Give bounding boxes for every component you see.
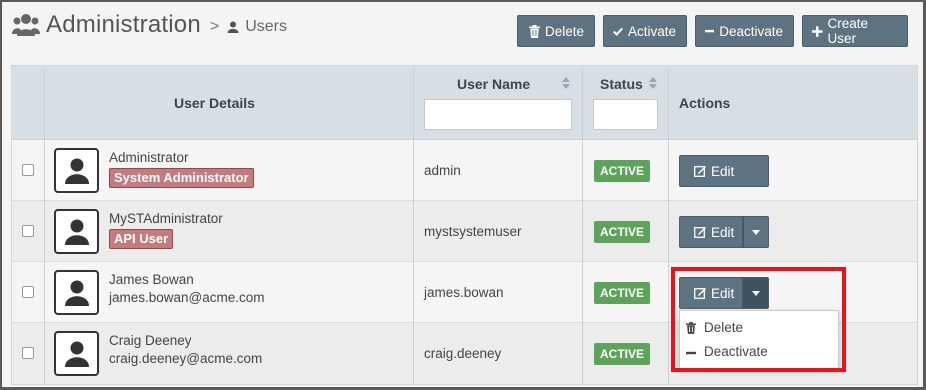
actions-dropdown-toggle[interactable]	[743, 216, 769, 248]
avatar	[54, 270, 99, 315]
edit-icon	[694, 166, 706, 177]
delete-button[interactable]: Delete	[517, 15, 595, 47]
row-checkbox[interactable]	[22, 225, 34, 237]
page-header: Administration > Users	[12, 10, 287, 40]
create-user-button[interactable]: Create User	[802, 15, 908, 47]
row-checkbox[interactable]	[22, 286, 34, 298]
edit-button[interactable]: Edit	[679, 155, 769, 187]
user-avatar-icon	[64, 158, 89, 184]
column-divider	[413, 66, 414, 384]
edit-button-label: Edit	[711, 163, 735, 179]
edit-icon	[694, 227, 706, 238]
user-icon	[227, 21, 239, 33]
page-title: Administration	[46, 11, 201, 38]
avatar	[54, 331, 99, 376]
user-login: mystsystemuser	[424, 224, 522, 239]
check-icon	[613, 27, 623, 36]
user-email: craig.deeney@acme.com	[109, 351, 263, 366]
activate-button-label: Activate	[627, 23, 676, 39]
avatar	[54, 209, 99, 254]
users-group-icon	[12, 14, 40, 36]
user-display-name: James Bowan	[109, 272, 194, 287]
status-badge: ACTIVE	[594, 343, 651, 365]
table-header: User Details User Name Status Actions	[12, 66, 917, 140]
user-login: craig.deeney	[424, 346, 502, 361]
column-header-actions: Actions	[679, 95, 731, 111]
user-login: james.bowan	[424, 285, 504, 300]
row-checkbox[interactable]	[22, 347, 34, 359]
deactivate-button[interactable]: Deactivate	[695, 15, 794, 47]
breadcrumb-users[interactable]: Users	[245, 18, 287, 36]
user-avatar-icon	[64, 280, 89, 306]
role-badge: System Administrator	[109, 168, 254, 188]
edit-button-label: Edit	[711, 224, 735, 240]
highlight-box	[671, 267, 846, 372]
username-filter-input[interactable]	[424, 99, 572, 130]
deactivate-button-label: Deactivate	[719, 23, 783, 39]
status-badge: ACTIVE	[594, 282, 651, 304]
user-display-name: Administrator	[109, 150, 189, 165]
edit-button[interactable]: Edit	[679, 216, 743, 248]
app-window: Administration > Users Delete Activate D…	[0, 0, 926, 390]
role-badge: API User	[109, 229, 174, 249]
user-avatar-icon	[64, 341, 89, 367]
edit-button-group: Edit	[679, 155, 769, 187]
user-display-name: Craig Deeney	[109, 333, 192, 348]
table-row: MySTAdministrator API User mystsystemuse…	[12, 201, 917, 262]
user-login: admin	[424, 163, 461, 178]
user-display-name: MySTAdministrator	[109, 211, 223, 226]
user-avatar-icon	[64, 219, 89, 245]
table-row: Administrator System Administrator admin…	[12, 140, 917, 201]
toolbar: Delete Activate Deactivate Create User	[517, 15, 908, 47]
status-badge: ACTIVE	[594, 221, 651, 243]
row-checkbox[interactable]	[22, 164, 34, 176]
column-header-user-details: User Details	[174, 95, 255, 111]
column-divider	[44, 66, 45, 384]
sort-icon[interactable]	[649, 77, 657, 89]
status-filter-input[interactable]	[593, 99, 658, 130]
edit-button-group: Edit	[679, 216, 769, 248]
column-header-status[interactable]: Status	[600, 76, 643, 92]
create-user-button-label: Create User	[827, 16, 869, 46]
status-badge: ACTIVE	[594, 160, 651, 182]
trash-icon	[529, 24, 540, 38]
breadcrumb-separator: >	[209, 18, 220, 35]
avatar	[54, 148, 99, 193]
column-divider	[582, 66, 583, 384]
plus-icon	[812, 25, 823, 37]
sort-icon[interactable]	[562, 77, 570, 89]
column-divider	[668, 66, 669, 384]
minus-icon	[705, 29, 715, 33]
column-header-username[interactable]: User Name	[457, 76, 530, 92]
caret-down-icon	[752, 229, 760, 235]
activate-button[interactable]: Activate	[603, 15, 687, 47]
delete-button-label: Delete	[544, 23, 584, 39]
user-email: james.bowan@acme.com	[109, 290, 265, 305]
